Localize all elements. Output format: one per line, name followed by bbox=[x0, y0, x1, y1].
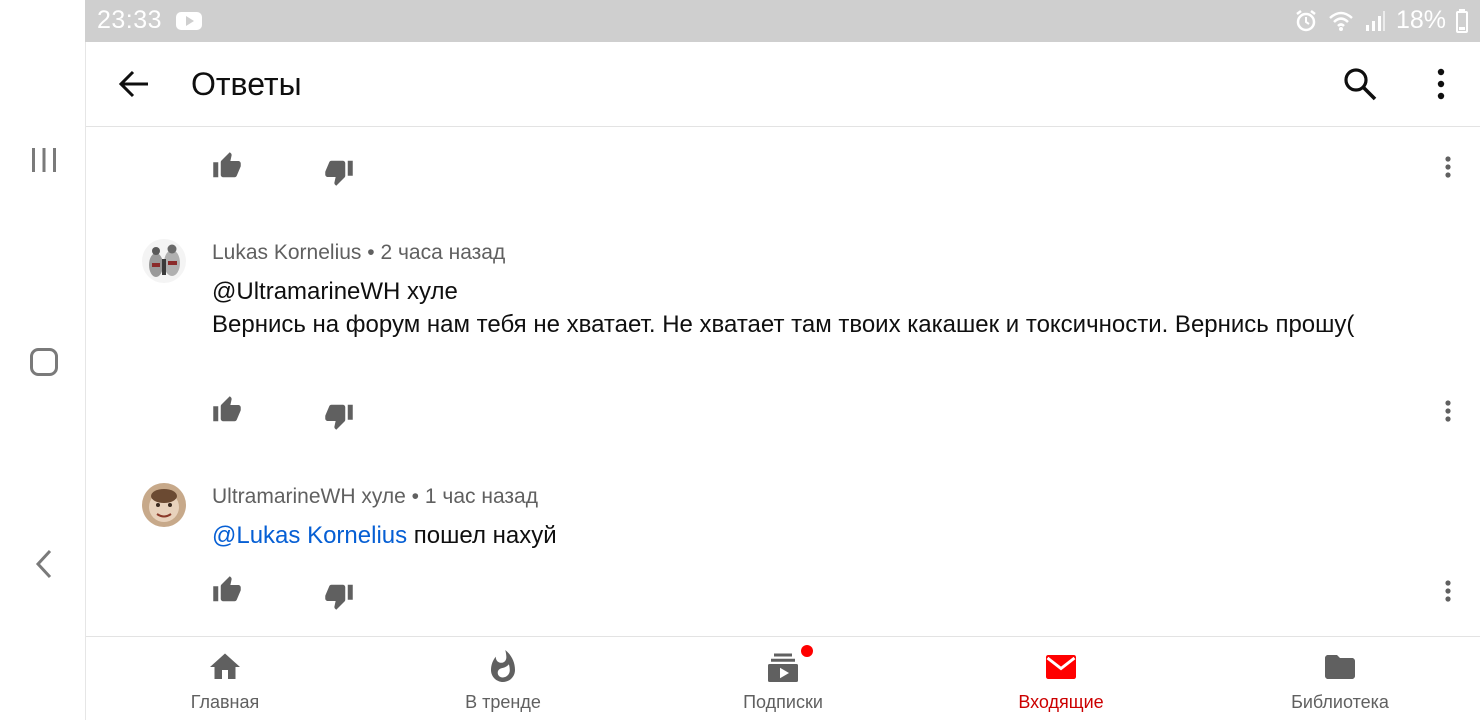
home-system-button[interactable] bbox=[22, 340, 66, 384]
wifi-icon bbox=[1329, 11, 1353, 31]
comment-menu-icon[interactable] bbox=[1436, 575, 1460, 607]
youtube-notification-icon bbox=[176, 12, 202, 30]
home-square-icon bbox=[30, 348, 58, 376]
comment-meta: UltramarineWH хуле • 1 час назад bbox=[212, 485, 538, 509]
nav-subscriptions-label: Подписки bbox=[743, 692, 823, 712]
nav-inbox[interactable]: Входящие bbox=[961, 637, 1161, 721]
recent-apps-icon bbox=[32, 148, 56, 172]
nav-library-label: Библиотека bbox=[1291, 692, 1389, 712]
back-arrow-icon[interactable] bbox=[116, 66, 152, 102]
folder-icon bbox=[1325, 655, 1355, 679]
signal-icon bbox=[1365, 10, 1385, 31]
bottom-navigation: Главная В тренде Подписки Входящие Библи… bbox=[86, 636, 1480, 721]
dislike-icon[interactable] bbox=[324, 401, 354, 431]
page-title: Ответы bbox=[191, 66, 302, 102]
battery-icon bbox=[1456, 8, 1468, 33]
nav-inbox-label: Входящие bbox=[1018, 692, 1104, 712]
battery-level: 18% bbox=[1395, 6, 1446, 34]
search-icon[interactable] bbox=[1342, 66, 1378, 102]
app-header: Ответы bbox=[86, 42, 1480, 127]
like-icon[interactable] bbox=[212, 151, 242, 181]
nav-subscriptions[interactable]: Подписки bbox=[683, 637, 883, 721]
status-bar: 23:33 18% bbox=[85, 0, 1480, 42]
notification-dot bbox=[801, 645, 813, 657]
fire-icon bbox=[491, 650, 515, 682]
mention-link[interactable]: @Lukas Kornelius bbox=[212, 522, 407, 549]
meta-separator: • bbox=[411, 485, 420, 508]
comment-reply-to: @UltramarineWH хуле bbox=[212, 278, 458, 305]
comment-meta: Lukas Kornelius • 2 часа назад bbox=[212, 241, 505, 265]
replies-list[interactable]: Lukas Kornelius • 2 часа назад @Ultramar… bbox=[86, 127, 1480, 635]
nav-home[interactable]: Главная bbox=[125, 637, 325, 721]
avatar[interactable] bbox=[142, 239, 186, 283]
chevron-left-icon bbox=[35, 549, 52, 579]
recent-apps-button[interactable] bbox=[22, 138, 66, 182]
comment-body: Вернись на форум нам тебя не хватает. Не… bbox=[212, 311, 1355, 338]
like-icon[interactable] bbox=[212, 575, 242, 605]
meta-separator: • bbox=[367, 241, 375, 264]
more-vert-icon[interactable] bbox=[1426, 66, 1456, 102]
avatar-image bbox=[142, 239, 186, 283]
nav-trending-label: В тренде bbox=[465, 692, 541, 712]
comment-author[interactable]: UltramarineWH хуле bbox=[212, 485, 406, 508]
subscriptions-icon bbox=[768, 653, 798, 682]
mail-icon bbox=[1046, 655, 1076, 679]
status-indicators: 18% bbox=[1294, 6, 1468, 35]
nav-trending[interactable]: В тренде bbox=[403, 637, 603, 721]
like-icon[interactable] bbox=[212, 395, 242, 425]
comment-time: 2 часа назад bbox=[380, 241, 506, 264]
system-navigation-bar bbox=[0, 0, 86, 720]
avatar-image bbox=[142, 483, 186, 527]
dislike-icon[interactable] bbox=[324, 581, 354, 611]
comment-menu-icon[interactable] bbox=[1436, 151, 1460, 183]
nav-home-label: Главная bbox=[190, 692, 260, 712]
comment-author[interactable]: Lukas Kornelius bbox=[212, 241, 361, 264]
comment-body: пошел нахуй bbox=[407, 522, 557, 549]
avatar[interactable] bbox=[142, 483, 186, 527]
comment-text: @Lukas Kornelius пошел нахуй bbox=[212, 519, 1452, 552]
comment-time: 1 час назад bbox=[424, 485, 538, 508]
nav-library[interactable]: Библиотека bbox=[1240, 637, 1440, 721]
comment-actions bbox=[212, 575, 1462, 615]
status-time: 23:33 bbox=[97, 6, 163, 34]
comment-actions bbox=[212, 395, 1462, 435]
dislike-icon[interactable] bbox=[324, 157, 354, 187]
alarm-icon bbox=[1296, 9, 1316, 31]
comment-text: @UltramarineWH хуле Вернись на форум нам… bbox=[212, 275, 1452, 341]
home-icon bbox=[210, 653, 240, 679]
back-system-button[interactable] bbox=[22, 542, 66, 586]
comment-menu-icon[interactable] bbox=[1436, 395, 1460, 427]
comment-actions bbox=[212, 151, 1462, 191]
